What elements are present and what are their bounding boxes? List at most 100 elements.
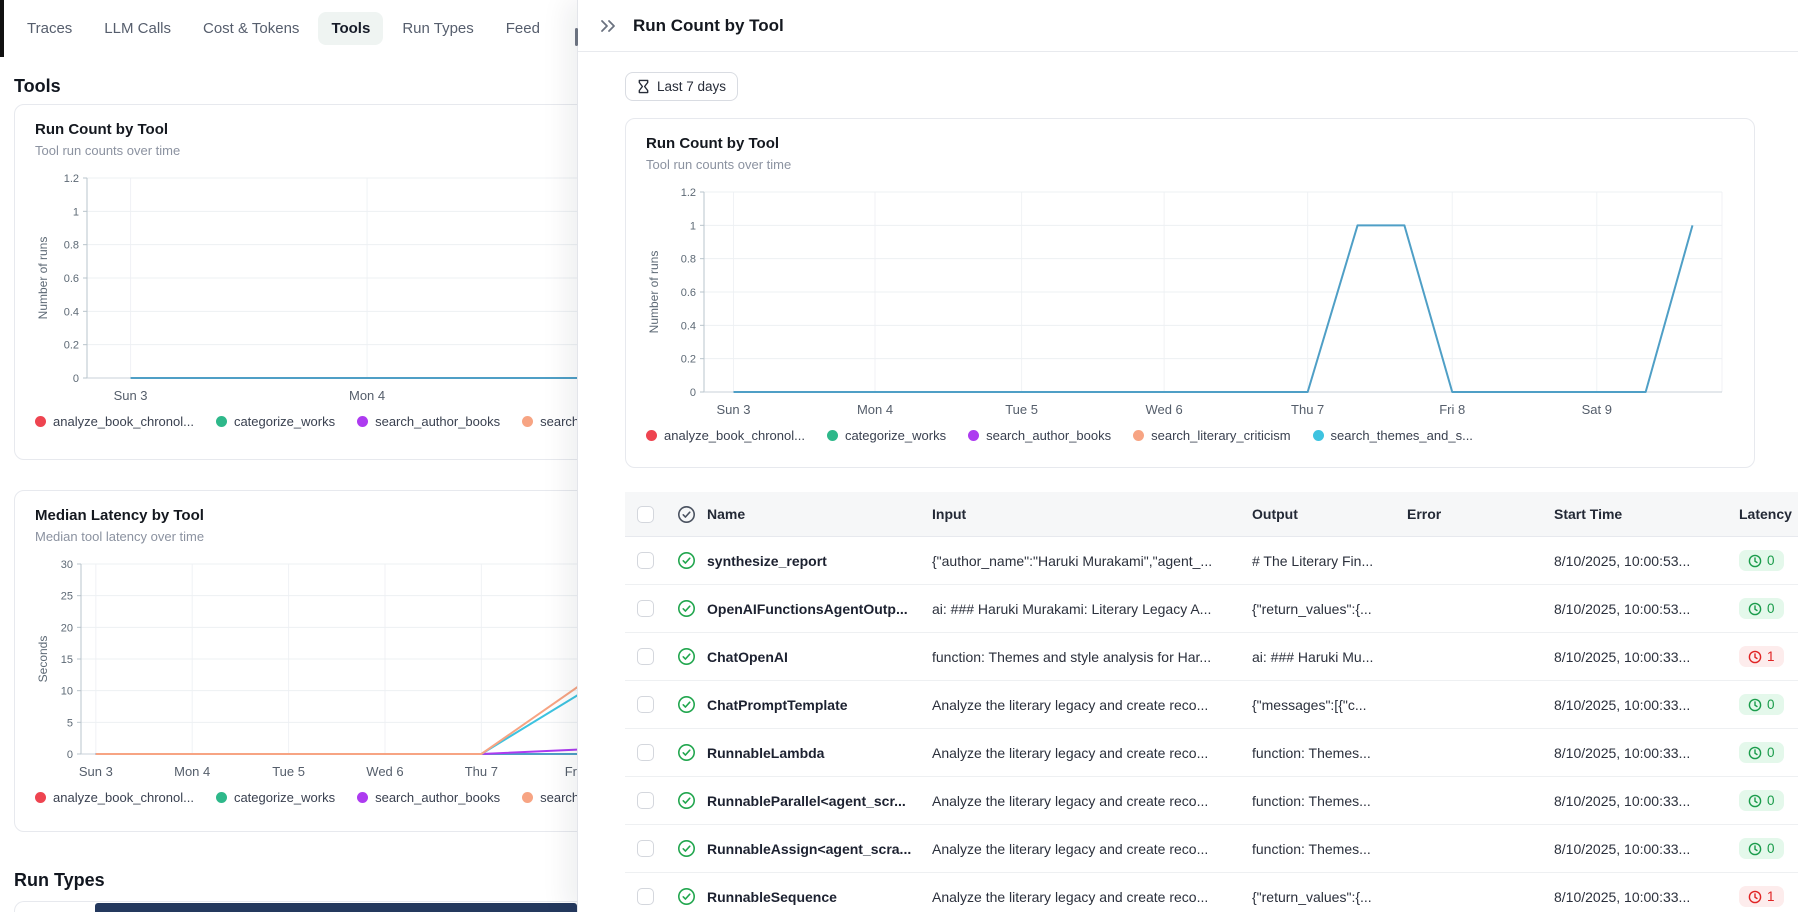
legend-label: search_themes_and_s...: [1331, 428, 1473, 443]
section-title-run-types: Run Types: [14, 870, 105, 891]
column-header-name[interactable]: Name: [707, 506, 932, 522]
svg-text:Fri 8: Fri 8: [565, 764, 577, 779]
row-checkbox[interactable]: [637, 840, 654, 857]
success-status-icon: [677, 647, 696, 666]
row-checkbox[interactable]: [637, 744, 654, 761]
svg-text:25: 25: [61, 591, 73, 603]
legend-item: categorize_works: [216, 414, 335, 429]
tab-cost-tokens[interactable]: Cost & Tokens: [190, 12, 312, 45]
svg-text:Sun 3: Sun 3: [717, 402, 751, 417]
legend-label: search_literary_criticism: [1151, 428, 1290, 443]
legend-label: categorize_works: [845, 428, 946, 443]
legend-item: search_author_books: [357, 414, 500, 429]
legend-item: analyze_book_chronol...: [646, 428, 805, 443]
left-edge-scrollbar[interactable]: [0, 0, 4, 57]
tab-llm-calls[interactable]: LLM Calls: [91, 12, 184, 45]
header-select-cell: [625, 506, 665, 523]
table-row[interactable]: RunnableSequenceAnalyze the literary leg…: [625, 873, 1798, 912]
row-status-cell: [665, 743, 707, 762]
select-all-checkbox[interactable]: [637, 506, 654, 523]
table-row[interactable]: RunnableParallel<agent_scr...Analyze the…: [625, 777, 1798, 825]
legend-dot-icon: [216, 792, 227, 803]
clock-icon: [1748, 554, 1762, 568]
tab-feed[interactable]: Feed: [493, 12, 553, 45]
legend-dot-icon: [1133, 430, 1144, 441]
runs-table: NameInputOutputErrorStart TimeLatency syn…: [625, 492, 1798, 912]
tab-traces[interactable]: Traces: [14, 12, 85, 45]
clock-icon: [1748, 794, 1762, 808]
latency-value: 0: [1767, 841, 1775, 856]
svg-text:Fri 8: Fri 8: [1439, 402, 1465, 417]
tab-tools[interactable]: Tools: [318, 12, 383, 45]
svg-text:0.6: 0.6: [64, 273, 79, 285]
panel-title: Run Count by Tool: [633, 16, 784, 36]
legend-dot-icon: [522, 416, 533, 427]
cell-output: ai: ### Haruki Mu...: [1252, 649, 1407, 665]
time-range-filter[interactable]: Last 7 days: [625, 72, 738, 101]
row-checkbox[interactable]: [637, 648, 654, 665]
svg-text:Wed 6: Wed 6: [1145, 402, 1182, 417]
column-header-start-time[interactable]: Start Time: [1554, 506, 1739, 522]
table-row[interactable]: ChatOpenAIfunction: Themes and style ana…: [625, 633, 1798, 681]
time-range-label: Last 7 days: [657, 79, 726, 94]
cell-output: {"return_values":{...: [1252, 889, 1407, 905]
table-row[interactable]: OpenAIFunctionsAgentOutp...ai: ### Haruk…: [625, 585, 1798, 633]
svg-text:5: 5: [67, 717, 73, 729]
table-row[interactable]: synthesize_report{"author_name":"Haruki …: [625, 537, 1798, 585]
pane-divider-scrollbar[interactable]: [575, 28, 578, 46]
column-header-error[interactable]: Error: [1407, 506, 1554, 522]
row-checkbox[interactable]: [637, 792, 654, 809]
column-header-input[interactable]: Input: [932, 506, 1252, 522]
svg-text:Sat 9: Sat 9: [1582, 402, 1612, 417]
tools-page: TracesLLM CallsCost & TokensToolsRun Typ…: [0, 0, 577, 912]
success-status-icon: [677, 887, 696, 906]
cell-latency: 1: [1739, 646, 1798, 667]
table-row[interactable]: RunnableAssign<agent_scra...Analyze the …: [625, 825, 1798, 873]
run-count-detail-panel: Run Count by Tool Last 7 days Run Count …: [577, 0, 1798, 912]
cell-latency: 0: [1739, 790, 1798, 811]
cell-input: Analyze the literary legacy and create r…: [932, 793, 1252, 809]
table-row[interactable]: RunnableLambdaAnalyze the literary legac…: [625, 729, 1798, 777]
row-status-cell: [665, 791, 707, 810]
run-count-card: Run Count by Tool Tool run counts over t…: [14, 104, 577, 460]
column-header-output[interactable]: Output: [1252, 506, 1407, 522]
legend-dot-icon: [357, 792, 368, 803]
success-status-icon: [677, 551, 696, 570]
success-status-icon: [677, 839, 696, 858]
row-checkbox[interactable]: [637, 552, 654, 569]
row-status-cell: [665, 695, 707, 714]
chart-title: Run Count by Tool: [35, 121, 577, 138]
clock-icon: [1748, 890, 1762, 904]
svg-text:1.2: 1.2: [64, 173, 79, 185]
clock-icon: [1748, 602, 1762, 616]
tab-run-types[interactable]: Run Types: [389, 12, 486, 45]
svg-text:30: 30: [61, 559, 73, 571]
legend-label: search_literary_criticism: [540, 790, 577, 805]
svg-text:1: 1: [690, 220, 696, 232]
svg-text:10: 10: [61, 686, 73, 698]
svg-text:0.4: 0.4: [681, 320, 696, 332]
row-checkbox[interactable]: [637, 888, 654, 905]
cell-output: {"return_values":{...: [1252, 601, 1407, 617]
row-checkbox[interactable]: [637, 600, 654, 617]
legend-label: analyze_book_chronol...: [664, 428, 805, 443]
row-checkbox[interactable]: [637, 696, 654, 713]
svg-text:20: 20: [61, 622, 73, 634]
cell-name: ChatOpenAI: [707, 649, 932, 665]
legend-dot-icon: [968, 430, 979, 441]
row-select-cell: [625, 552, 665, 569]
svg-text:Seconds: Seconds: [36, 636, 50, 683]
table-row[interactable]: ChatPromptTemplateAnalyze the literary l…: [625, 681, 1798, 729]
collapse-panel-icon[interactable]: [595, 13, 621, 39]
cell-output: function: Themes...: [1252, 745, 1407, 761]
latency-badge: 0: [1739, 694, 1784, 715]
latency-badge: 0: [1739, 550, 1784, 571]
cell-output: # The Literary Fin...: [1252, 553, 1407, 569]
cell-latency: 0: [1739, 838, 1798, 859]
column-header-latency[interactable]: Latency: [1739, 506, 1798, 522]
latency-value: 0: [1767, 553, 1775, 568]
cell-start: 8/10/2025, 10:00:33...: [1554, 697, 1739, 713]
latency-value: 1: [1767, 649, 1775, 664]
legend-item: categorize_works: [827, 428, 946, 443]
cell-output: function: Themes...: [1252, 793, 1407, 809]
